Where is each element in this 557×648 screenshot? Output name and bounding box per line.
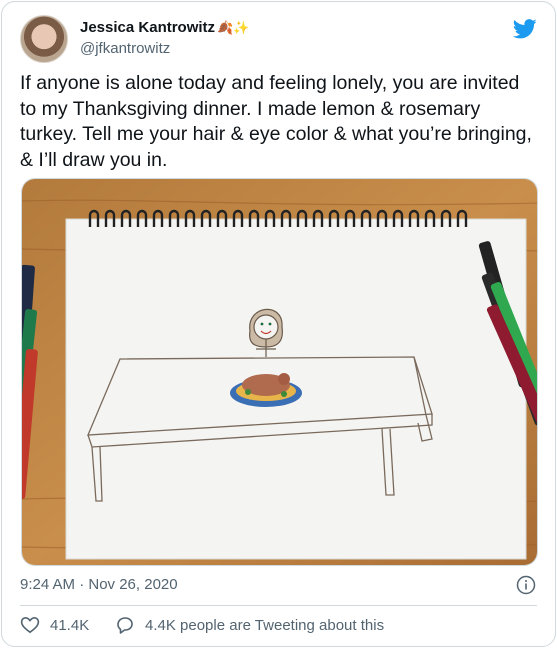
info-icon[interactable] (516, 575, 536, 595)
avatar[interactable] (20, 15, 68, 63)
comment-icon (117, 617, 133, 634)
tweet-header: Jessica Kantrowitz 🍂✨ @jfkantrowitz (20, 15, 539, 63)
author-name-text[interactable]: Jessica Kantrowitz (80, 19, 215, 36)
reply-button[interactable]: 4.4K people are Tweeting about this (115, 615, 384, 635)
tweet-photo[interactable] (21, 178, 538, 566)
author-handle[interactable]: @jfkantrowitz (80, 39, 249, 59)
name-emoji: 🍂✨ (217, 21, 250, 36)
tweet-timestamp[interactable]: 9:24 AM · Nov 26, 2020 (20, 575, 178, 595)
like-count: 41.4K (50, 616, 90, 634)
author-block[interactable]: Jessica Kantrowitz 🍂✨ @jfkantrowitz (80, 18, 249, 59)
like-button[interactable]: 41.4K (20, 615, 89, 635)
tweet-card: Jessica Kantrowitz 🍂✨ @jfkantrowitz If an… (1, 1, 556, 647)
divider (20, 605, 537, 606)
heart-icon (20, 616, 40, 634)
twitter-bird-icon[interactable] (513, 19, 537, 39)
drawing-photo (22, 179, 537, 565)
tweet-text: If anyone is alone today and feeling lon… (20, 72, 532, 171)
author-display-name[interactable]: Jessica Kantrowitz 🍂✨ (80, 18, 249, 39)
reply-label: 4.4K people are Tweeting about this (145, 616, 385, 634)
